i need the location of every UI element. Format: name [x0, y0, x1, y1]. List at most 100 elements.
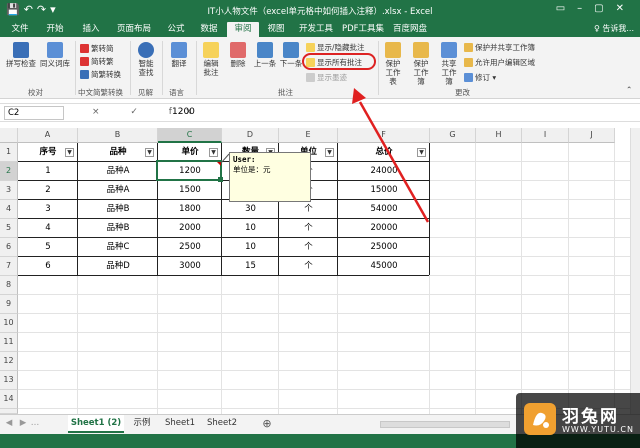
protect-workbook-button[interactable]: 保护工作簿 [408, 42, 434, 86]
row-header[interactable]: 9 [0, 295, 18, 314]
cell[interactable]: 品种A [78, 181, 158, 199]
tab-formulas[interactable]: 公式 [162, 22, 190, 37]
scroll-left-icon[interactable]: ◀ [4, 415, 14, 433]
column-header-a[interactable]: A [18, 128, 78, 143]
column-header-g[interactable]: G [430, 128, 476, 143]
cell[interactable]: 品种B [78, 200, 158, 218]
cell[interactable]: 1800 [158, 200, 222, 218]
cell[interactable]: 10 [222, 219, 279, 237]
cell[interactable]: 2 [18, 181, 78, 199]
tab-baidu-netdisk[interactable]: 百度网盘 [388, 22, 432, 37]
tab-pdf-tools[interactable]: PDF工具集 [340, 22, 386, 37]
tab-file[interactable]: 文件 [6, 22, 34, 37]
cell[interactable]: 个 [279, 238, 338, 256]
row-header[interactable]: 8 [0, 276, 18, 295]
cell[interactable]: 品种A [78, 162, 158, 180]
cell[interactable]: 1 [18, 162, 78, 180]
thesaurus-button[interactable]: 同义词库 [38, 42, 72, 68]
prev-comment-button[interactable]: 上一条 [252, 42, 278, 68]
sheet-tab-sheet2[interactable]: Sheet2 [202, 415, 242, 433]
tab-review[interactable]: 审阅 [227, 22, 259, 37]
filter-dropdown-icon[interactable]: ▼ [209, 148, 218, 157]
column-header-b[interactable]: B [78, 128, 158, 143]
cell[interactable]: 3000 [158, 257, 222, 275]
cell[interactable]: 品种D [78, 257, 158, 275]
row-header[interactable]: 4 [0, 200, 18, 219]
share-workbook-button[interactable]: 共享工作簿 [436, 42, 462, 86]
cell[interactable]: 30 [222, 200, 279, 218]
cell[interactable]: 3 [18, 200, 78, 218]
more-sheets-icon[interactable]: … [30, 415, 40, 433]
cell[interactable]: 1500 [158, 181, 222, 199]
tab-insert[interactable]: 插入 [76, 22, 106, 37]
spell-check-button[interactable]: 拼写检查 [4, 42, 38, 68]
cell[interactable]: 2000 [158, 219, 222, 237]
cell[interactable]: 20000 [338, 219, 430, 237]
cell[interactable]: 2500 [158, 238, 222, 256]
cell-selected[interactable]: 1200 [158, 162, 222, 180]
column-header-j[interactable]: J [569, 128, 615, 143]
allow-edit-ranges-button[interactable]: 允许用户编辑区域 [464, 57, 535, 68]
vertical-scrollbar[interactable] [630, 128, 640, 414]
cell[interactable]: 4 [18, 219, 78, 237]
smart-lookup-button[interactable]: 智能查找 [134, 42, 158, 77]
sheet-tab-example[interactable]: 示例 [126, 415, 158, 433]
cell[interactable]: 24000 [338, 162, 430, 180]
cell[interactable]: 个 [279, 257, 338, 275]
collapse-ribbon-icon[interactable]: ⌃ [626, 85, 632, 94]
show-ink-button[interactable]: 显示墨迹 [306, 72, 347, 83]
row-header[interactable]: 10 [0, 314, 18, 333]
column-header-d[interactable]: D [222, 128, 279, 143]
select-all-corner[interactable] [0, 128, 18, 143]
scroll-right-icon[interactable]: ▶ [18, 415, 28, 433]
protect-sheet-button[interactable]: 保护工作表 [380, 42, 406, 86]
cell[interactable]: 5 [18, 238, 78, 256]
row-header[interactable]: 14 [0, 390, 18, 409]
cell[interactable]: 54000 [338, 200, 430, 218]
row-header[interactable]: 6 [0, 238, 18, 257]
cell[interactable]: 15000 [338, 181, 430, 199]
edit-comment-button[interactable]: 编辑批注 [198, 42, 224, 77]
tab-view[interactable]: 视图 [262, 22, 290, 37]
row-header[interactable]: 2 [0, 162, 18, 181]
row-header[interactable]: 13 [0, 371, 18, 390]
column-header-h[interactable]: H [476, 128, 522, 143]
sheet-tab-sheet1[interactable]: Sheet1 [160, 415, 200, 433]
tab-developer[interactable]: 开发工具 [293, 22, 339, 37]
track-changes-button[interactable]: 修订 ▾ [464, 72, 496, 83]
formula-input[interactable]: 1200 [172, 107, 195, 117]
column-header-i[interactable]: I [522, 128, 569, 143]
cell[interactable]: 45000 [338, 257, 430, 275]
next-comment-button[interactable]: 下一条 [278, 42, 304, 68]
chinese-convert-button[interactable]: 简繁转换 [80, 69, 121, 80]
filter-dropdown-icon[interactable]: ▼ [417, 148, 426, 157]
row-header[interactable]: 11 [0, 333, 18, 352]
cell[interactable]: 25000 [338, 238, 430, 256]
row-header[interactable]: 12 [0, 352, 18, 371]
tab-home[interactable]: 开始 [40, 22, 70, 37]
spreadsheet-grid[interactable]: A B C D E F G H I J 1 2 3 4 5 6 7 8 9 10… [0, 128, 630, 414]
delete-comment-button[interactable]: 删除 [226, 42, 250, 68]
show-hide-comment-button[interactable]: 显示/隐藏批注 [306, 42, 365, 53]
cell[interactable]: 个 [279, 219, 338, 237]
protect-share-button[interactable]: 保护并共享工作簿 [464, 42, 535, 53]
cell[interactable]: 10 [222, 238, 279, 256]
name-box[interactable]: C2 [4, 106, 64, 120]
tab-data[interactable]: 数据 [195, 22, 223, 37]
cell[interactable]: 15 [222, 257, 279, 275]
row-header[interactable]: 1 [0, 143, 18, 162]
row-header[interactable]: 3 [0, 181, 18, 200]
cell-comment-popup[interactable]: User: 单位是：元 [229, 152, 311, 202]
column-header-e[interactable]: E [279, 128, 338, 143]
cell[interactable]: 6 [18, 257, 78, 275]
window-controls[interactable]: ▭–▢✕ [556, 3, 636, 14]
horizontal-scrollbar[interactable] [380, 421, 510, 428]
cell[interactable]: 品种B [78, 219, 158, 237]
row-header[interactable]: 5 [0, 219, 18, 238]
translate-button[interactable]: 翻译 [165, 42, 193, 68]
sheet-tab-sheet1-2[interactable]: Sheet1 (2) [68, 415, 124, 433]
trad-to-simp-button[interactable]: 繁转简 [80, 43, 114, 54]
filter-dropdown-icon[interactable]: ▼ [325, 148, 334, 157]
filter-dropdown-icon[interactable]: ▼ [145, 148, 154, 157]
filter-dropdown-icon[interactable]: ▼ [65, 148, 74, 157]
